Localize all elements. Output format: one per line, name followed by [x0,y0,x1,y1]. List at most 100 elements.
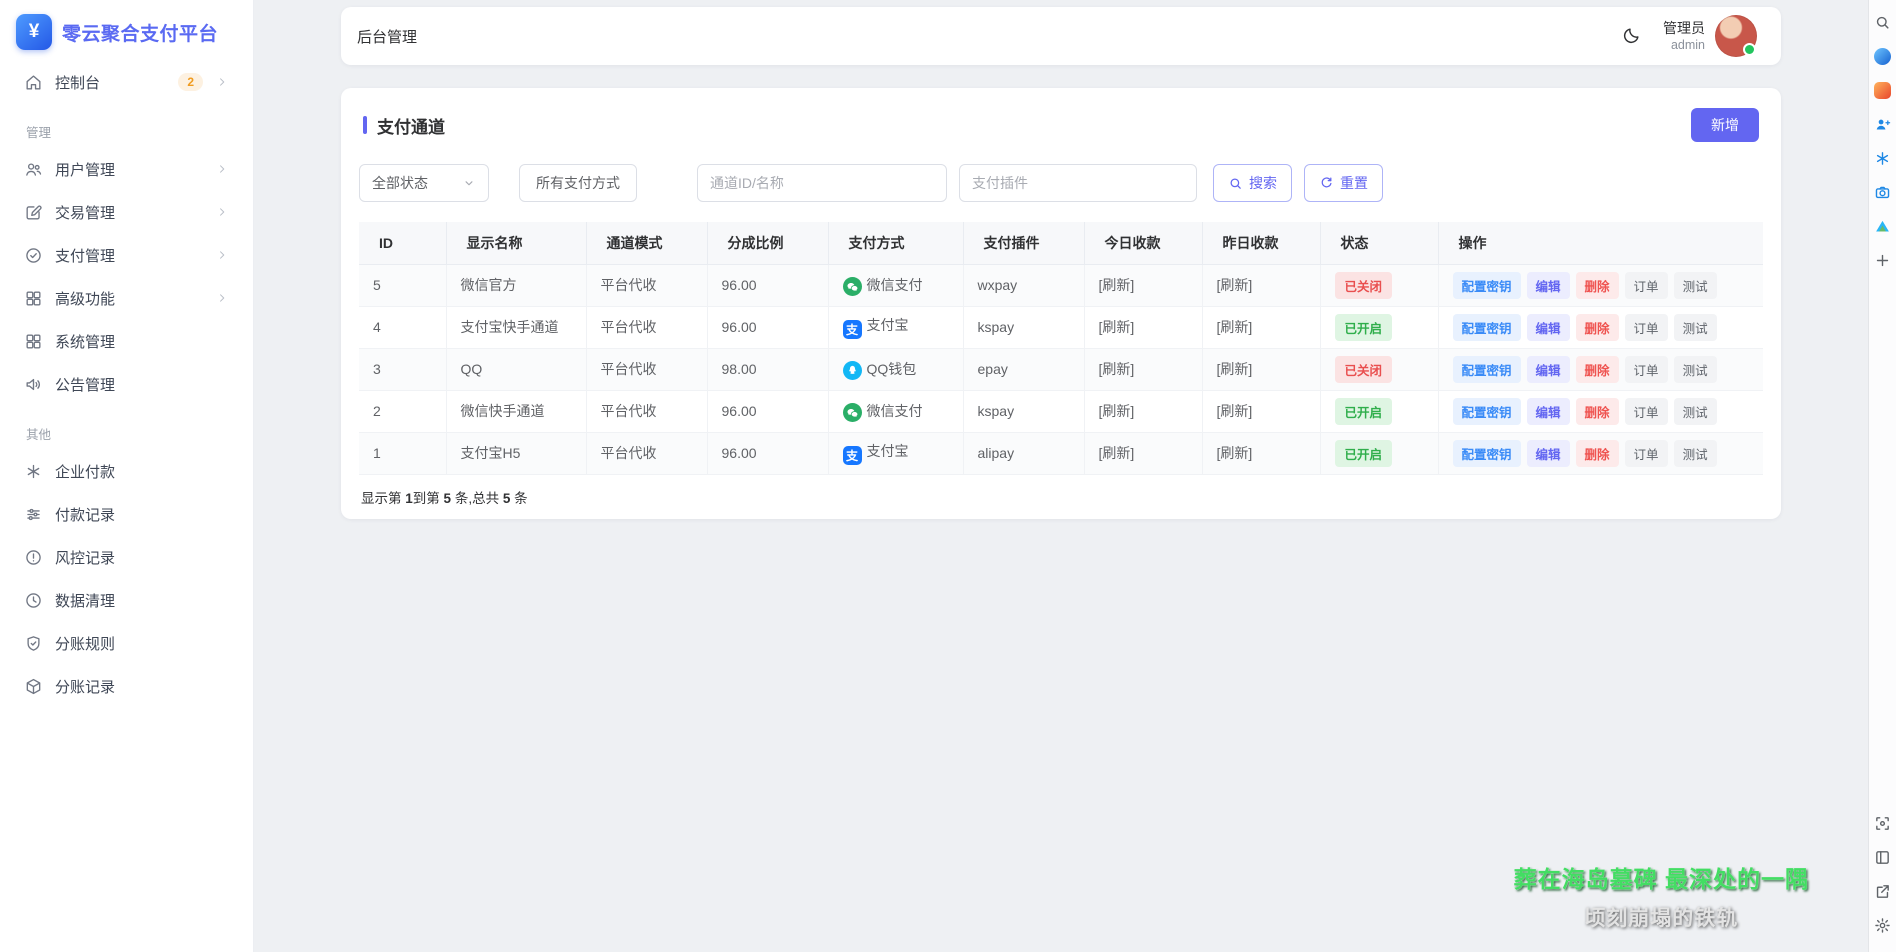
add-button[interactable]: 新增 [1691,108,1759,142]
cell-plugin: epay [963,348,1084,390]
test-button[interactable]: 测试 [1674,272,1717,299]
test-button[interactable]: 测试 [1674,440,1717,467]
app-triangle-icon[interactable] [1873,216,1893,236]
search-icon[interactable] [1873,12,1893,32]
cell-today-refresh[interactable]: [刷新] [1084,390,1202,432]
delete-button[interactable]: 删除 [1576,314,1619,341]
sidebar-item[interactable]: 控制台2 [10,61,243,103]
cell-yesterday-refresh[interactable]: [刷新] [1202,264,1320,306]
sidebar-item[interactable]: 高级功能 [10,277,243,319]
cell-ratio: 96.00 [707,306,828,348]
cell-yesterday-refresh[interactable]: [刷新] [1202,432,1320,474]
orders-button[interactable]: 订单 [1625,440,1668,467]
main-area: 后台管理 管理员 admin [254,0,1868,952]
avatar[interactable] [1715,15,1757,57]
reader-icon[interactable] [1873,847,1893,867]
app-blue-icon[interactable] [1873,46,1893,66]
package-icon [24,677,43,696]
sidebar-item[interactable]: 付款记录 [10,493,243,535]
card-head: 支付通道 新增 [359,108,1763,142]
configure-key-button[interactable]: 配置密钥 [1453,440,1521,467]
clock-icon [24,591,43,610]
topbar-right: 管理员 admin [1621,15,1757,57]
filter-bar: 全部状态 所有支付方式 搜索 [359,164,1763,202]
configure-key-button[interactable]: 配置密钥 [1453,356,1521,383]
cell-yesterday-refresh[interactable]: [刷新] [1202,390,1320,432]
test-button[interactable]: 测试 [1674,356,1717,383]
payment-method-filter-button[interactable]: 所有支付方式 [519,164,637,202]
edit-button[interactable]: 编辑 [1527,356,1570,383]
cell-ratio: 96.00 [707,432,828,474]
column-header: 今日收款 [1084,222,1202,264]
sidebar-item[interactable]: 公告管理 [10,363,243,405]
orders-button[interactable]: 订单 [1625,398,1668,425]
chevron-right-icon [215,75,229,89]
cell-today-refresh[interactable]: [刷新] [1084,264,1202,306]
app-orange-icon[interactable] [1873,80,1893,100]
cell-actions: 配置密钥编辑删除订单测试 [1438,390,1763,432]
edit-button[interactable]: 编辑 [1527,314,1570,341]
plugin-input[interactable] [959,164,1197,202]
cell-today-refresh[interactable]: [刷新] [1084,348,1202,390]
cell-today-refresh[interactable]: [刷新] [1084,306,1202,348]
test-button[interactable]: 测试 [1674,398,1717,425]
sidebar-item[interactable]: 系统管理 [10,320,243,362]
camera-icon[interactable] [1873,182,1893,202]
reset-button[interactable]: 重置 [1304,164,1383,202]
screenshot-icon[interactable] [1873,813,1893,833]
cell-plugin: kspay [963,306,1084,348]
payment-method-label: 微信支付 [867,277,923,293]
cell-status: 已开启 [1320,432,1438,474]
configure-key-button[interactable]: 配置密钥 [1453,398,1521,425]
sidebar-item[interactable]: 分账规则 [10,622,243,664]
add-icon[interactable] [1873,250,1893,270]
orders-button[interactable]: 订单 [1625,356,1668,383]
delete-button[interactable]: 删除 [1576,440,1619,467]
edit-button[interactable]: 编辑 [1527,272,1570,299]
browser-side-panel [1868,0,1896,952]
sidebar-item[interactable]: 交易管理 [10,191,243,233]
share-icon[interactable] [1873,881,1893,901]
cell-yesterday-refresh[interactable]: [刷新] [1202,306,1320,348]
sidebar-item-label: 企业付款 [55,461,229,482]
configure-key-button[interactable]: 配置密钥 [1453,272,1521,299]
cell-ratio: 96.00 [707,264,828,306]
nav-section-label: 管理 [0,104,253,147]
sidebar-item[interactable]: 数据清理 [10,579,243,621]
payment-method-label: QQ钱包 [867,361,917,377]
dark-mode-toggle-icon[interactable] [1621,26,1641,46]
payment-channels-card: 支付通道 新增 全部状态 所有支付方式 [341,88,1781,519]
cell-yesterday-refresh[interactable]: [刷新] [1202,348,1320,390]
sidebar-item[interactable]: 企业付款 [10,450,243,492]
user-menu[interactable]: 管理员 admin [1663,15,1757,57]
sidebar-item-label: 控制台 [55,72,166,93]
sidebar-item[interactable]: 支付管理 [10,234,243,276]
status-filter-select[interactable]: 全部状态 [359,164,489,202]
delete-button[interactable]: 删除 [1576,356,1619,383]
content-container: 后台管理 管理员 admin [341,0,1781,519]
delete-button[interactable]: 删除 [1576,272,1619,299]
column-header: 分成比例 [707,222,828,264]
sidebar-item[interactable]: 风控记录 [10,536,243,578]
search-button[interactable]: 搜索 [1213,164,1292,202]
channel-id-name-input[interactable] [697,164,947,202]
delete-button[interactable]: 删除 [1576,398,1619,425]
channel-row: 1支付宝H5平台代收96.00支支付宝alipay[刷新][刷新]已开启配置密钥… [359,432,1763,474]
sidebar-item[interactable]: 用户管理 [10,148,243,190]
orders-button[interactable]: 订单 [1625,272,1668,299]
cell-id: 2 [359,390,446,432]
sidebar-item[interactable]: 分账记录 [10,665,243,707]
edit-button[interactable]: 编辑 [1527,440,1570,467]
configure-key-button[interactable]: 配置密钥 [1453,314,1521,341]
contacts-icon[interactable] [1873,114,1893,134]
edit-button[interactable]: 编辑 [1527,398,1570,425]
sidebar-nav: 控制台2管理用户管理交易管理支付管理高级功能系统管理公告管理其他企业付款付款记录… [0,61,253,707]
cell-display-name: 支付宝快手通道 [446,306,586,348]
app-flower-icon[interactable] [1873,148,1893,168]
settings-icon[interactable] [1873,915,1893,935]
orders-button[interactable]: 订单 [1625,314,1668,341]
cell-today-refresh[interactable]: [刷新] [1084,432,1202,474]
chevron-right-icon [215,205,229,219]
card-title: 支付通道 [363,113,445,138]
test-button[interactable]: 测试 [1674,314,1717,341]
